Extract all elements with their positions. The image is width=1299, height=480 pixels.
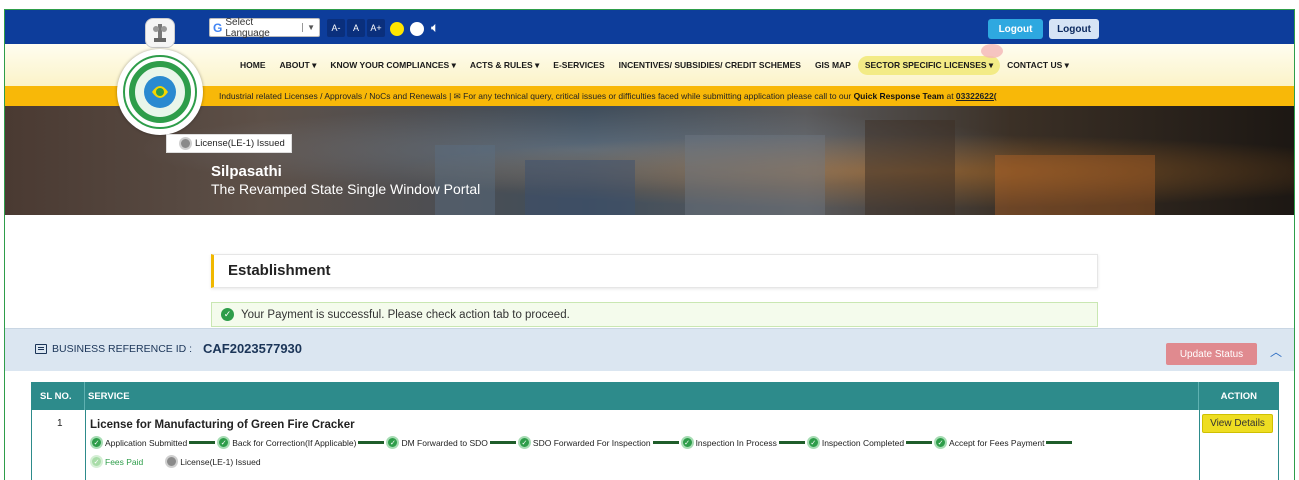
step-label: Back for Correction(If Applicable) (232, 437, 357, 448)
step-label: License(LE-1) Issued (180, 456, 261, 467)
step-sdo-forwarded: ✓ SDO Forwarded For Inspection (517, 436, 651, 449)
tooltip-text: License(LE-1) Issued (195, 138, 285, 149)
national-emblem-logo (145, 18, 175, 48)
header-sl-no: SL NO. (40, 391, 72, 402)
row-sl-no: 1 (57, 418, 63, 429)
check-circle-icon: ✓ (934, 436, 948, 449)
step-inspection-completed: ✓ Inspection Completed (806, 436, 905, 449)
nav-sector-specific-licenses[interactable]: SECTOR SPECIFIC LICENSES ▾ (857, 55, 1001, 75)
check-circle-icon: ✓ (217, 436, 231, 449)
top-bar: G Select Language ▼ A- A A+ 🔈︎ Logout Lo… (5, 10, 1294, 44)
table-row: 1 License for Manufacturing of Green Fir… (31, 410, 1279, 480)
font-increase-button[interactable]: A+ (367, 19, 385, 37)
check-circle-icon: ✓ (806, 436, 820, 449)
nav-contact-us[interactable]: CONTACT US ▾ (1000, 56, 1076, 75)
check-circle-icon: ✓ (90, 436, 103, 449)
nav-incentives[interactable]: INCENTIVES/ SUBSIDIES/ CREDIT SCHEMES (612, 56, 808, 74)
nav-know-your-compliances[interactable]: KNOW YOUR COMPLIANCES ▾ (323, 56, 462, 75)
status-dot-icon (179, 137, 192, 150)
chevron-up-icon[interactable]: ︿ (1270, 343, 1282, 360)
status-dot-icon (165, 455, 179, 468)
step-connector (778, 441, 805, 444)
logout-button-secondary[interactable]: Logout (1049, 19, 1099, 39)
business-ref-label-text: BUSINESS REFERENCE ID : (52, 343, 193, 355)
font-decrease-button[interactable]: A- (327, 19, 345, 37)
check-circle-icon: ✓ (680, 436, 694, 449)
step-application-submitted: ✓ Application Submitted (90, 436, 187, 449)
check-circle-icon: ✓ (221, 308, 234, 321)
step-label: Fees Paid (105, 456, 144, 467)
header-action: ACTION (1220, 391, 1257, 402)
marquee-text-pre: Industrial related Licenses / Approvals … (219, 91, 454, 101)
step-back-for-correction: ✓ Back for Correction(If Applicable) (217, 436, 356, 449)
font-normal-button[interactable]: A (347, 19, 365, 37)
step-dm-forwarded: ✓ DM Forwarded to SDO (386, 436, 488, 449)
check-circle-icon: ✓ (517, 436, 531, 449)
license-issued-tooltip: License(LE-1) Issued (166, 134, 292, 153)
google-icon: G (213, 20, 223, 35)
step-connector (489, 441, 516, 444)
nav-gis-map[interactable]: GIS MAP (808, 56, 858, 74)
business-ref-label: BUSINESS REFERENCE ID : (35, 343, 192, 355)
header-service: SERVICE (88, 391, 130, 402)
step-label: Accept for Fees Payment (949, 437, 1045, 448)
step-connector (189, 441, 216, 444)
check-circle-icon: ✓ (90, 455, 103, 468)
marquee-text-mid: For any technical query, critical issues… (460, 91, 854, 101)
check-circle-icon: ✓ (386, 436, 400, 449)
logout-button[interactable]: Logout (988, 19, 1043, 39)
speaker-icon[interactable]: 🔈︎ (431, 19, 439, 36)
establishment-heading: Establishment (211, 254, 1098, 288)
view-details-button[interactable]: View Details (1202, 414, 1273, 433)
step-accept-fees-payment: ✓ Accept for Fees Payment (934, 436, 1044, 449)
quick-response-team: Quick Response Team (853, 91, 945, 101)
business-ref-id: CAF2023577930 (203, 341, 303, 356)
hero-title: Silpasathi (211, 163, 282, 180)
chevron-down-icon: ▼ (302, 23, 319, 32)
language-label: Select Language (225, 16, 270, 39)
step-connector (1046, 441, 1073, 444)
step-label: Application Submitted (105, 437, 188, 448)
step-label: Inspection Completed (821, 437, 905, 448)
phone-number[interactable]: 03322622( (956, 91, 997, 101)
progress-steps: ✓ Application Submitted ✓ Back for Correct… (90, 436, 1190, 468)
services-table-header: SL NO. SERVICE ACTION (31, 382, 1279, 410)
step-label: DM Forwarded to SDO (401, 437, 488, 448)
update-status-button[interactable]: Update Status (1166, 343, 1257, 365)
step-inspection-in-process: ✓ Inspection In Process (680, 436, 777, 449)
nav-home[interactable]: HOME (233, 56, 273, 74)
yellow-theme-button[interactable] (390, 22, 404, 36)
step-connector (652, 441, 679, 444)
step-label: Inspection In Process (695, 437, 777, 448)
step-license-issued: License(LE-1) Issued (165, 455, 261, 468)
white-theme-button[interactable] (410, 22, 424, 36)
payment-success-alert: ✓ Your Payment is successful. Please che… (211, 302, 1098, 327)
business-reference-panel: BUSINESS REFERENCE ID : CAF2023577930 Up… (5, 328, 1294, 371)
hero-banner: Silpasathi The Revamped State Single Win… (5, 106, 1294, 215)
cursor-highlight (981, 44, 1003, 58)
hero-subtitle: The Revamped State Single Window Portal (211, 181, 481, 197)
nav-e-services[interactable]: E-SERVICES (546, 56, 611, 74)
nav-about[interactable]: ABOUT ▾ (273, 56, 324, 75)
alert-text: Your Payment is successful. Please check… (241, 308, 570, 321)
west-bengal-logo (117, 49, 203, 135)
page-frame: G Select Language ▼ A- A A+ 🔈︎ Logout Lo… (4, 9, 1295, 480)
step-label: SDO Forwarded For Inspection (532, 437, 651, 448)
mail-icon: ✉ (453, 91, 461, 101)
marquee-text-at: at (944, 91, 956, 101)
step-connector (358, 441, 385, 444)
nav-acts-rules[interactable]: ACTS & RULES ▾ (463, 56, 546, 75)
step-fees-paid: ✓ Fees Paid (90, 455, 143, 468)
step-connector (906, 441, 933, 444)
service-name: License for Manufacturing of Green Fire … (90, 419, 355, 431)
list-icon (35, 344, 47, 354)
language-selector[interactable]: G Select Language ▼ (209, 16, 320, 39)
